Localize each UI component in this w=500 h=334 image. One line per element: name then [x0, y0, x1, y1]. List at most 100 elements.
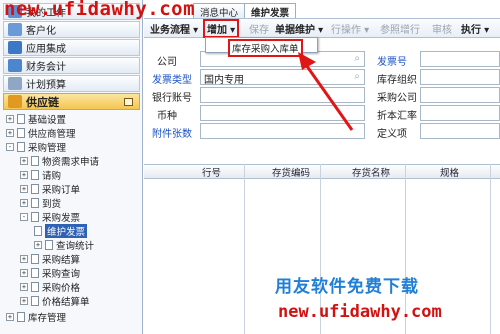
expand-icon[interactable]: +: [20, 199, 28, 207]
watermark-url-bottom: new.ufidawhy.com: [278, 302, 442, 322]
expand-icon[interactable]: +: [20, 269, 28, 277]
purchase-company-label: 采购公司: [377, 93, 417, 104]
row-operation-label: 行操作: [331, 25, 361, 36]
tree-item-label: 采购价格: [42, 283, 81, 294]
collapse-tree-icon[interactable]: -: [20, 213, 28, 221]
tree-item[interactable]: + 库存管理: [6, 310, 66, 324]
expand-icon[interactable]: +: [20, 157, 28, 165]
row-operation-button[interactable]: 行操作 ▾: [331, 21, 369, 36]
tab-message-center[interactable]: 消息中心: [193, 3, 246, 19]
tree-item-selected[interactable]: 维护发票: [34, 224, 88, 238]
folder-icon: [31, 184, 39, 194]
nav-integration[interactable]: 应用集成: [3, 39, 140, 56]
tree-item-label: 供应商管理: [28, 129, 76, 140]
folder-icon: [45, 240, 53, 250]
save-button[interactable]: 保存: [249, 21, 269, 36]
nav-supply-chain-label: 供应链: [26, 95, 59, 109]
tree-item[interactable]: + 请购: [20, 168, 61, 182]
expand-icon[interactable]: +: [34, 241, 42, 249]
annotation-arrow: [298, 52, 354, 131]
nav-finance[interactable]: 财务会计: [3, 57, 140, 74]
folder-icon: [31, 156, 39, 166]
document-maintain-label: 单据维护: [275, 25, 315, 36]
tree-item[interactable]: + 价格结算单: [20, 294, 90, 308]
tree-item[interactable]: + 物资需求申请: [20, 154, 99, 168]
purchase-company-field[interactable]: [420, 87, 500, 103]
nav-supply-chain[interactable]: 供应链: [3, 93, 140, 110]
customize-icon: [8, 23, 22, 36]
business-flow-label: 业务流程: [150, 25, 190, 36]
watermark-text: 用友软件免费下载: [275, 277, 419, 297]
expand-icon[interactable]: +: [20, 255, 28, 263]
collapse-icon[interactable]: [124, 97, 133, 106]
nav-budget[interactable]: 计划预算: [3, 75, 140, 92]
invoice-type-value: 国内专用: [204, 75, 244, 85]
business-flow-button[interactable]: 业务流程 ▾: [150, 21, 198, 36]
expand-icon[interactable]: +: [20, 297, 28, 305]
expand-icon[interactable]: +: [6, 129, 14, 137]
tree-item-label: 物资需求申请: [42, 157, 100, 168]
folder-icon: [31, 268, 39, 278]
tree-item-label: 基础设置: [28, 115, 67, 126]
finance-icon: [8, 59, 22, 72]
tree-item[interactable]: + 采购结算: [20, 252, 80, 266]
document-maintain-button[interactable]: 单据维护 ▾: [275, 21, 323, 36]
column-header-spec[interactable]: 规格: [440, 165, 459, 179]
expand-icon[interactable]: +: [6, 313, 14, 321]
column-divider: [244, 164, 245, 334]
column-header-item-code[interactable]: 存货编码: [272, 165, 310, 179]
tree-item[interactable]: + 采购订单: [20, 182, 80, 196]
column-divider: [490, 164, 491, 334]
collapse-tree-icon[interactable]: -: [6, 143, 14, 151]
tree-item-label: 采购发票: [42, 213, 81, 224]
nav-finance-label: 财务会计: [26, 62, 66, 73]
nav-integration-label: 应用集成: [26, 44, 66, 55]
attachment-count-label: 附件张数: [152, 129, 192, 140]
folder-icon: [31, 296, 39, 306]
tree-item[interactable]: + 查询统计: [34, 238, 94, 252]
document-icon: [34, 226, 42, 236]
tab-maintain-invoice[interactable]: 维护发票: [244, 3, 297, 19]
custom-item-field[interactable]: [420, 123, 500, 139]
expand-icon[interactable]: +: [20, 283, 28, 291]
add-button[interactable]: 增加 ▾: [203, 19, 240, 38]
folder-icon: [31, 254, 39, 264]
tree-item-label: 请购: [42, 171, 62, 182]
tree-item-label: 采购查询: [42, 269, 81, 280]
folder-icon: [31, 170, 39, 180]
supply-chain-icon: [8, 95, 22, 108]
execute-label: 执行: [461, 25, 481, 36]
stock-org-label: 库存组织: [377, 75, 417, 86]
tree-item[interactable]: - 采购管理: [6, 140, 66, 154]
expand-icon[interactable]: +: [20, 171, 28, 179]
tree-item-label: 采购管理: [28, 143, 67, 154]
nav-customize[interactable]: 客户化: [3, 21, 140, 38]
tree-item[interactable]: + 采购价格: [20, 280, 80, 294]
tree-item[interactable]: + 供应商管理: [6, 126, 76, 140]
copy-row-button[interactable]: 参照增行: [380, 21, 420, 36]
watermark-url-top: new.ufidawhy.com: [4, 0, 196, 20]
expand-icon[interactable]: +: [6, 115, 14, 123]
tree-item[interactable]: - 采购发票: [20, 210, 80, 224]
column-header-item-name[interactable]: 存货名称: [352, 165, 390, 179]
bank-account-label: 银行账号: [152, 93, 192, 104]
execute-button[interactable]: 执行 ▾: [461, 21, 489, 36]
stock-org-field[interactable]: [420, 69, 500, 85]
tree-item-label: 维护发票: [45, 224, 88, 238]
tree-item-label: 采购结算: [42, 255, 81, 266]
tree-item[interactable]: + 到货: [20, 196, 61, 210]
nav-customize-label: 客户化: [26, 26, 56, 37]
exchange-rate-label: 折本汇率: [377, 111, 417, 122]
tree-item-label: 采购订单: [42, 185, 81, 196]
invoice-no-label: 发票号: [377, 57, 407, 68]
exchange-rate-field[interactable]: [420, 105, 500, 121]
column-header-row-no[interactable]: 行号: [202, 165, 221, 179]
tree-item-label: 库存管理: [28, 313, 67, 324]
expand-icon[interactable]: +: [20, 185, 28, 193]
folder-icon: [31, 282, 39, 292]
invoice-no-field[interactable]: [420, 51, 500, 67]
left-navigation: 我的工作 客户化 应用集成 财务会计 计划预算 供应链 + 基础设置 + 供应商管理…: [0, 0, 143, 334]
tree-item[interactable]: + 基础设置: [6, 112, 66, 126]
tree-item[interactable]: + 采购查询: [20, 266, 80, 280]
review-button[interactable]: 审核: [432, 21, 452, 36]
